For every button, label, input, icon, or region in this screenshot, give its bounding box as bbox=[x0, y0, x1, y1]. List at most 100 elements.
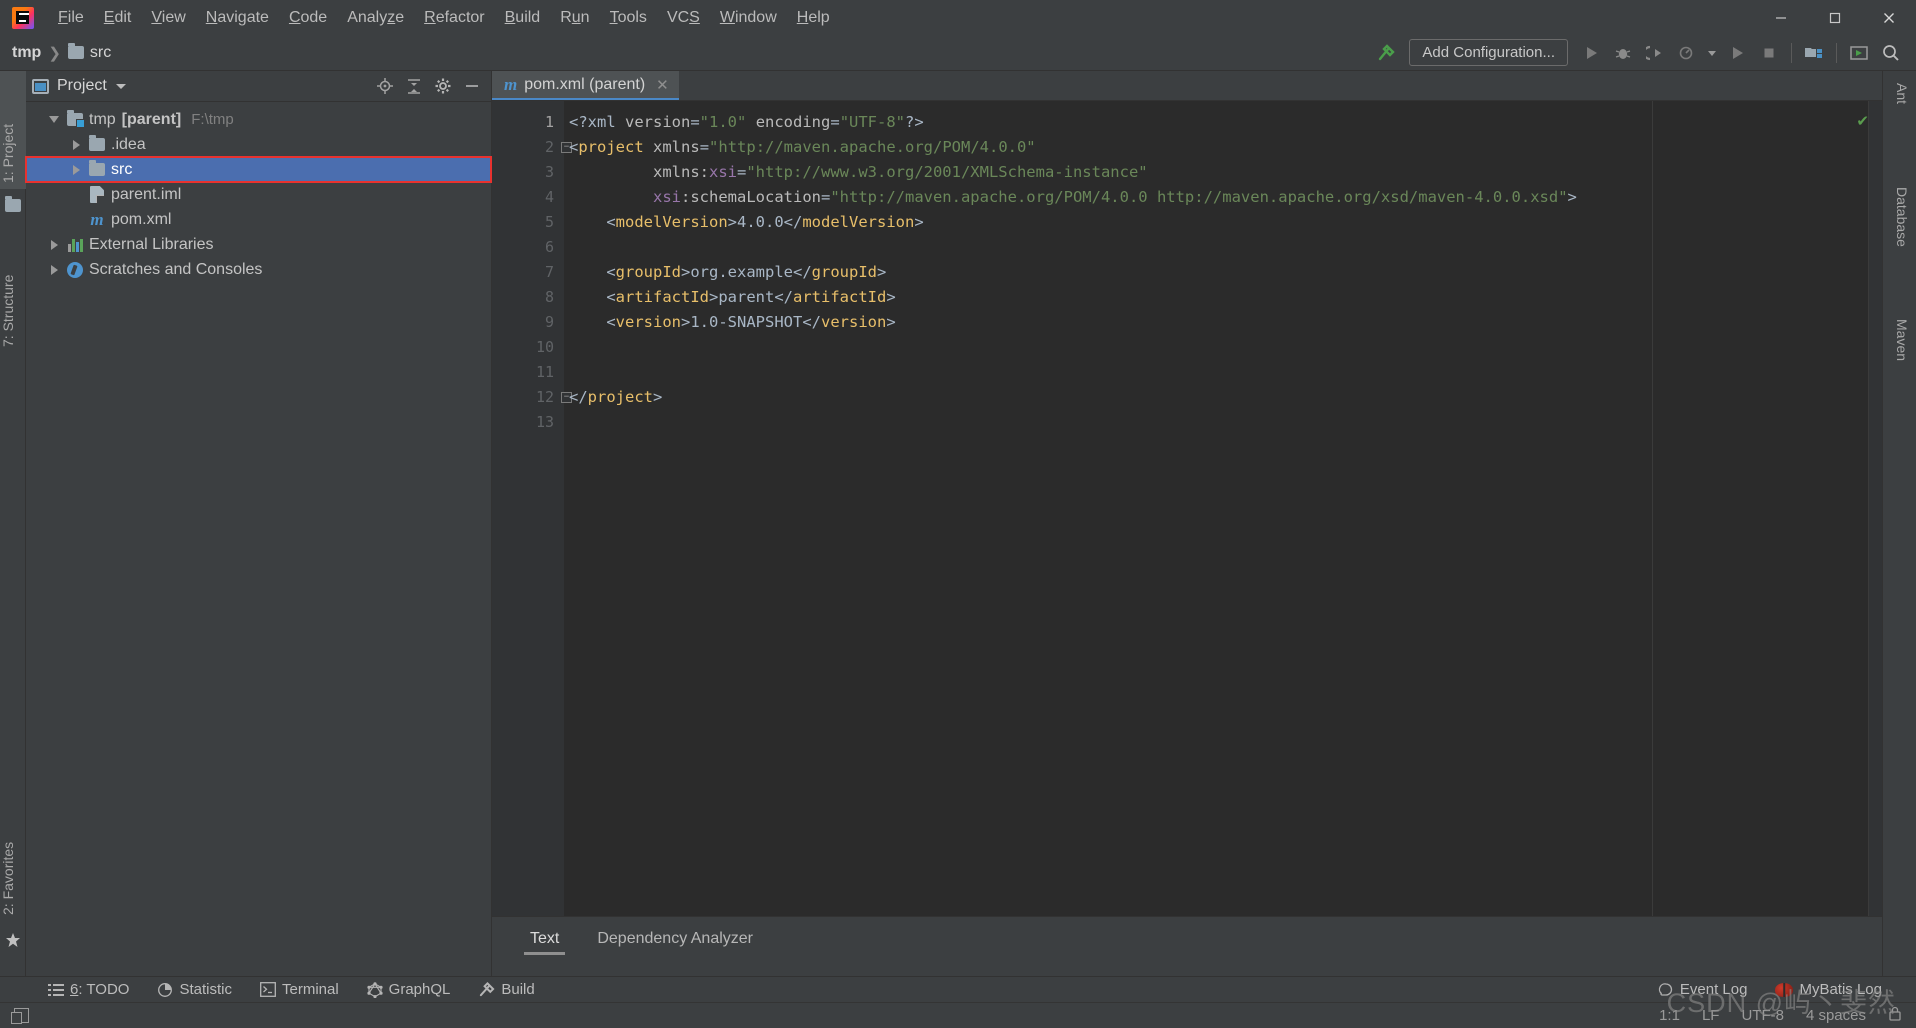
code-editor[interactable]: 1 2−3 4 5 6 7 8 9 10 11 12−13 <?xml version="1.0" … bbox=[492, 101, 1882, 916]
breadcrumb-root[interactable]: tmp bbox=[12, 44, 41, 62]
menu-item-refactor[interactable]: Refactor bbox=[414, 5, 494, 31]
layout-toggle-icon[interactable] bbox=[11, 1008, 29, 1024]
sidebar-item-project[interactable]: 1: Project bbox=[0, 71, 26, 189]
window-controls[interactable] bbox=[1754, 0, 1916, 35]
menu-item-vcs[interactable]: VCS bbox=[657, 5, 710, 31]
sidebar-item-database[interactable]: Database bbox=[1891, 181, 1913, 253]
code-line[interactable] bbox=[564, 360, 1882, 385]
menu-item-tools[interactable]: Tools bbox=[600, 5, 657, 31]
sidebar-item-maven[interactable]: Maven bbox=[1891, 313, 1913, 367]
breadcrumb-current[interactable]: src bbox=[90, 44, 111, 62]
menu-item-window[interactable]: Window bbox=[710, 5, 787, 31]
bottom-tool-button-graphql[interactable]: GraphQL bbox=[353, 981, 465, 998]
run-coverage-icon[interactable] bbox=[1640, 38, 1670, 68]
line-number-gutter[interactable]: 1 2−3 4 5 6 7 8 9 10 11 12−13 bbox=[492, 101, 572, 916]
menu-item-view[interactable]: View bbox=[141, 5, 195, 31]
menu-item-build[interactable]: Build bbox=[495, 5, 551, 31]
menu-item-file[interactable]: File bbox=[48, 5, 94, 31]
chevron-right-icon[interactable] bbox=[44, 239, 64, 250]
settings-gear-icon[interactable] bbox=[430, 73, 456, 99]
indent-setting[interactable]: 4 spaces bbox=[1806, 1007, 1866, 1024]
menu-item-code[interactable]: Code bbox=[279, 5, 337, 31]
tree-node-external-libraries[interactable]: External Libraries bbox=[26, 232, 491, 257]
maximize-button[interactable] bbox=[1808, 0, 1862, 35]
code-line[interactable]: <version>1.0-SNAPSHOT</version> bbox=[564, 310, 1882, 335]
line-number[interactable]: 4 bbox=[492, 185, 564, 210]
file-encoding[interactable]: UTF-8 bbox=[1741, 1007, 1784, 1024]
tree-node-pom-xml[interactable]: m pom.xml bbox=[26, 207, 491, 232]
line-number[interactable]: 1 bbox=[492, 110, 564, 135]
sidebar-item-structure[interactable]: 7: Structure bbox=[0, 221, 26, 353]
code-line[interactable]: <artifactId>parent</artifactId> bbox=[564, 285, 1882, 310]
code-line[interactable]: <?xml version="1.0" encoding="UTF-8"?> bbox=[564, 110, 1882, 135]
caret-position[interactable]: 1:1 bbox=[1659, 1007, 1680, 1024]
sidebar-item-ant[interactable]: Ant bbox=[1891, 77, 1913, 110]
code-content[interactable]: <?xml version="1.0" encoding="UTF-8"?> <p… bbox=[564, 101, 1882, 916]
updates-icon[interactable] bbox=[1844, 38, 1874, 68]
debug-icon[interactable] bbox=[1608, 38, 1638, 68]
line-number[interactable]: 2− bbox=[492, 135, 572, 160]
hide-panel-icon[interactable] bbox=[459, 73, 485, 99]
bottom-tool-button-statistic[interactable]: Statistic bbox=[143, 981, 246, 998]
code-line[interactable]: xmlns:xsi="http://www.w3.org/2001/XMLSch… bbox=[564, 160, 1882, 185]
line-number[interactable]: 9 bbox=[492, 310, 564, 335]
project-tree[interactable]: tmp [parent] F:\tmp .idea src parent.iml m pom.… bbox=[25, 102, 492, 282]
code-line[interactable] bbox=[564, 335, 1882, 360]
tree-node--idea[interactable]: .idea bbox=[26, 132, 491, 157]
chevron-down-icon[interactable] bbox=[1704, 38, 1720, 68]
stop-icon[interactable] bbox=[1754, 38, 1784, 68]
code-line[interactable]: xsi:schemaLocation="http://maven.apache.… bbox=[564, 185, 1882, 210]
line-number[interactable]: 7 bbox=[492, 260, 564, 285]
code-line[interactable]: </project> bbox=[564, 385, 1882, 410]
error-stripe-marker-bar[interactable] bbox=[1868, 101, 1882, 916]
line-number[interactable]: 6 bbox=[492, 235, 564, 260]
editor-tab-pom-xml[interactable]: m pom.xml (parent) ✕ bbox=[492, 71, 679, 100]
project-structure-icon[interactable] bbox=[1799, 38, 1829, 68]
line-separator[interactable]: LF bbox=[1702, 1007, 1720, 1024]
tree-node-tmp[interactable]: tmp [parent] F:\tmp bbox=[26, 107, 491, 132]
editor-bottom-tab-text[interactable]: Text bbox=[516, 928, 573, 955]
inspection-ok-icon[interactable]: ✔ bbox=[1856, 112, 1869, 130]
line-number[interactable]: 13 bbox=[492, 410, 564, 435]
menu-item-help[interactable]: Help bbox=[787, 5, 840, 31]
locate-icon[interactable] bbox=[372, 73, 398, 99]
breadcrumb[interactable]: tmp ❯ src bbox=[0, 43, 111, 62]
chevron-right-icon[interactable] bbox=[66, 164, 86, 175]
close-icon[interactable]: ✕ bbox=[656, 76, 669, 94]
code-line[interactable]: <modelVersion>4.0.0</modelVersion> bbox=[564, 210, 1882, 235]
menu-item-edit[interactable]: Edit bbox=[94, 5, 142, 31]
build-hammer-icon[interactable] bbox=[1371, 38, 1401, 68]
line-number[interactable]: 10 bbox=[492, 335, 564, 360]
chevron-down-icon[interactable] bbox=[44, 116, 64, 123]
code-line[interactable]: <project xmlns="http://maven.apache.org/… bbox=[564, 135, 1882, 160]
bottom-tool-button-build[interactable]: Build bbox=[464, 981, 548, 998]
line-number[interactable]: 8 bbox=[492, 285, 564, 310]
tree-node-scratches-and-consoles[interactable]: Scratches and Consoles bbox=[26, 257, 491, 282]
bottom-tool-button-terminal[interactable]: Terminal bbox=[246, 981, 353, 998]
bottom-tool-button-6-todo[interactable]: 6: TODO bbox=[34, 981, 143, 998]
minimize-button[interactable] bbox=[1754, 0, 1808, 35]
code-line[interactable] bbox=[564, 410, 1882, 435]
add-configuration-button[interactable]: Add Configuration... bbox=[1409, 39, 1568, 66]
sidebar-item-favorites[interactable]: 2: Favorites bbox=[0, 793, 26, 921]
lock-icon[interactable] bbox=[1888, 1006, 1902, 1025]
code-line[interactable]: <groupId>org.example</groupId> bbox=[564, 260, 1882, 285]
line-number[interactable]: 12− bbox=[492, 385, 572, 410]
favorites-star-icon[interactable] bbox=[5, 932, 21, 948]
line-number[interactable]: 5 bbox=[492, 210, 564, 235]
folder-stripe-icon[interactable] bbox=[5, 196, 21, 213]
line-number[interactable]: 3 bbox=[492, 160, 564, 185]
menu-item-run[interactable]: Run bbox=[550, 5, 599, 31]
menu-item-navigate[interactable]: Navigate bbox=[196, 5, 279, 31]
chevron-right-icon[interactable] bbox=[44, 264, 64, 275]
run-alt-icon[interactable] bbox=[1722, 38, 1752, 68]
search-everywhere-icon[interactable] bbox=[1876, 38, 1906, 68]
close-button[interactable] bbox=[1862, 0, 1916, 35]
editor-bottom-tab-dependency-analyzer[interactable]: Dependency Analyzer bbox=[583, 928, 767, 955]
collapse-all-icon[interactable] bbox=[401, 73, 427, 99]
tree-node-parent-iml[interactable]: parent.iml bbox=[26, 182, 491, 207]
tree-node-src[interactable]: src bbox=[25, 156, 492, 183]
mybatis-log-button[interactable]: MyBatis Log bbox=[1761, 981, 1896, 998]
run-icon[interactable] bbox=[1576, 38, 1606, 68]
event-log-button[interactable]: Event Log bbox=[1644, 981, 1762, 998]
